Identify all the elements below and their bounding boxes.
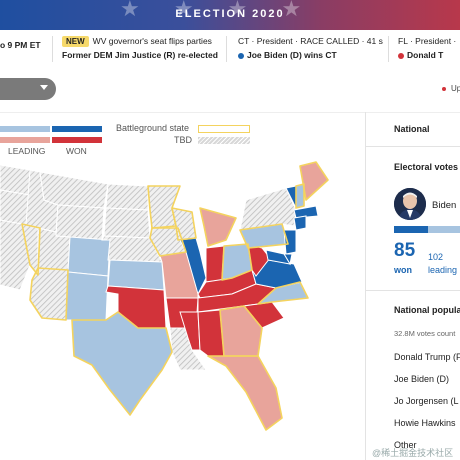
candidate-row-jorgensen[interactable]: Jo Jorgensen (L [394,396,459,406]
votes-counted: 32.8M votes count [394,329,456,338]
state-or[interactable] [0,189,31,226]
ticker-item-line1: WV governor's seat flips parties [92,36,212,46]
legend-tbd-swatch [198,137,250,144]
ticker-item-line1: CT · President · RACE CALLED · 41 s [238,36,383,46]
candidate-name: Biden [432,200,457,211]
ticker-item-line2: Donald T [407,50,444,60]
candidate-row-hawkins[interactable]: Howie Hawkins [394,418,456,428]
won-label: won [394,265,412,275]
won-bar [394,226,428,233]
update-indicator[interactable]: Up [442,84,460,93]
sidebar-title: National [394,124,430,134]
legend-battleground-label: Battleground state [116,123,190,133]
us-map [0,161,329,431]
ticker-divider [226,36,227,62]
state-nd[interactable] [105,183,149,211]
election-banner: ★ ★ ★ ★ ELECTION 2020 [0,0,460,30]
state-az[interactable] [29,267,69,321]
legend-leading-label: LEADING [8,146,46,156]
page-title: ELECTION 2020 [175,8,285,20]
ticker-item-0[interactable]: o 9 PM ET [0,36,41,50]
live-dot-icon [442,86,446,91]
state-nj[interactable] [283,229,297,255]
state-co[interactable] [67,236,111,277]
ticker-divider [52,36,53,62]
dem-dot-icon [238,52,244,59]
legend-tbd-label: TBD [174,135,192,145]
ticker-item-line2: o 9 PM ET [0,40,41,50]
ticker-item-1[interactable]: NEW WV governor's seat flips parties Form… [62,36,218,60]
candidate-row-biden[interactable]: Joe Biden (D) [394,374,449,384]
state-sd[interactable] [103,207,151,239]
state-wy[interactable] [55,204,105,241]
legend-rep-won-swatch [52,137,102,143]
results-sidebar: National Electoral votes r Biden 85 won … [366,112,460,460]
ticker-item-line2: Joe Biden (D) wins CT [247,50,337,60]
new-badge: NEW [62,36,89,47]
divider [366,146,460,147]
won-count: 85 [394,240,416,261]
divider [366,290,460,291]
update-label: Up [451,84,460,93]
popular-vote-title: National popula [394,305,460,315]
legend-dem-won-swatch [52,126,102,132]
leading-label: leading [428,265,458,275]
ticker-item-2[interactable]: CT · President · RACE CALLED · 41 s Joe … [238,36,383,60]
leading-bar [428,226,460,233]
ticker-item-3[interactable]: FL · President · Donald T [398,36,456,60]
map-legend: LEADING WON Battleground state TBD [0,118,360,158]
toolbar: Up [0,68,460,113]
state-mt[interactable] [39,171,109,209]
rep-dot-icon [398,52,404,59]
watermark: @稀土掘金技术社区 [372,448,454,458]
state-ny[interactable] [239,187,297,231]
state-nm[interactable] [65,271,109,321]
biden-avatar [394,188,426,220]
state-in[interactable] [205,245,225,283]
legend-won-label: WON [66,146,87,156]
news-ticker: o 9 PM ET NEW WV governor's seat flips pa… [0,30,460,69]
state-ct[interactable] [293,215,307,231]
chevron-down-icon [40,85,48,90]
legend-rep-lead-swatch [0,137,50,143]
leading-count: 102 [428,252,444,262]
candidate-row-trump[interactable]: Donald Trump (F [394,352,460,362]
ticker-item-line1: FL · President · [398,36,457,46]
ticker-divider [388,36,389,62]
ticker-item-line2: Former DEM Jim Justice (R) re-elected [62,50,218,60]
view-dropdown[interactable] [0,78,56,100]
legend-battleground-swatch [198,125,250,133]
legend-dem-lead-swatch [0,126,50,132]
state-ks[interactable] [107,259,165,291]
state-fl[interactable] [206,355,283,431]
electoral-votes-title: Electoral votes r [394,162,460,172]
state-nh[interactable] [295,183,305,209]
